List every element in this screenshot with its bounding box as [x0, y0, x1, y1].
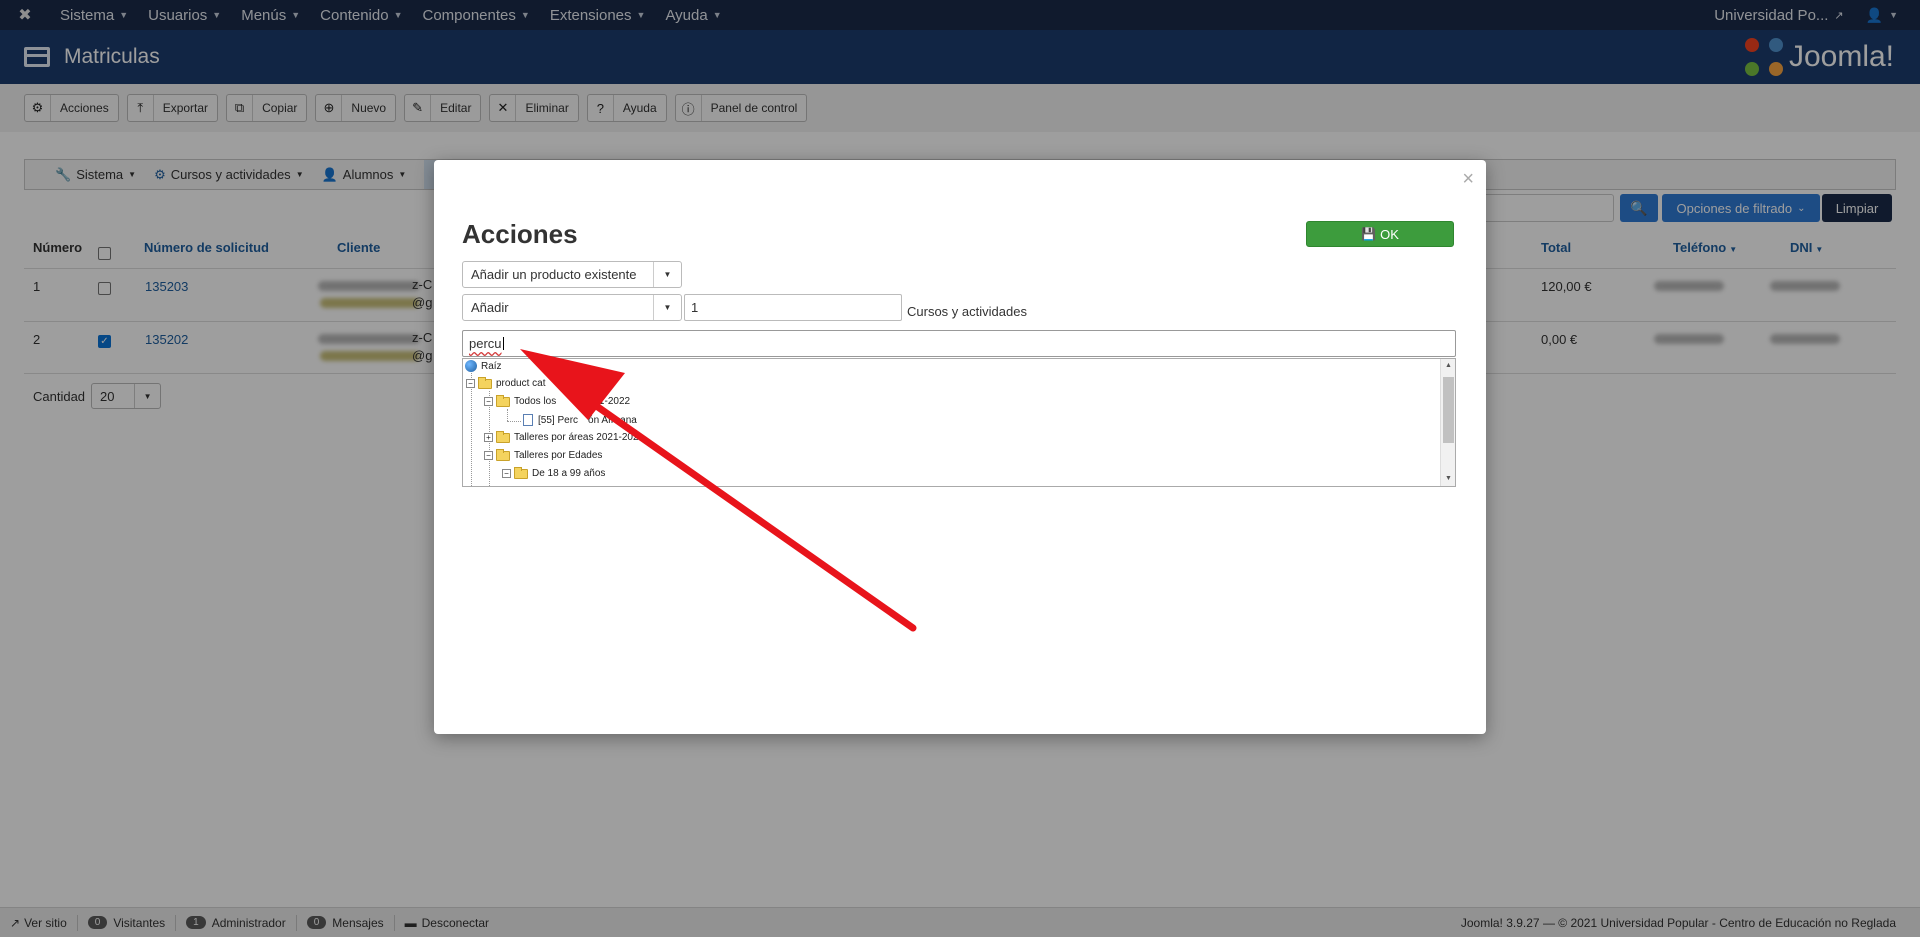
product-search-input[interactable]: percu: [462, 330, 1456, 357]
collapse-icon: −: [484, 451, 493, 460]
select-value: Añadir: [471, 300, 509, 315]
scroll-thumb[interactable]: [1443, 377, 1454, 443]
tree-guide: [471, 373, 472, 486]
tree-label: Todos los: [514, 396, 557, 407]
folder-icon: [496, 394, 510, 407]
caret-down-icon: ▼: [653, 262, 681, 287]
text-cursor: [502, 337, 504, 350]
folder-icon: [478, 376, 492, 389]
tree-scrollbar[interactable]: ▲ ▼: [1440, 359, 1455, 486]
scroll-up-icon[interactable]: ▲: [1441, 359, 1455, 373]
product-select[interactable]: Añadir un producto existente ▼: [462, 261, 682, 288]
collapse-icon: −: [484, 397, 493, 406]
scroll-down-icon[interactable]: ▼: [1441, 472, 1455, 486]
tree-label: Talleres por Edades: [514, 450, 603, 461]
folder-icon: [514, 466, 528, 479]
tree-guide: [507, 421, 521, 422]
tree-label: ón Afr: [588, 414, 615, 426]
caret-down-icon: ▼: [653, 295, 681, 320]
tree-label: Raíz: [481, 360, 502, 372]
modal-title: Acciones: [462, 219, 578, 249]
button-label: OK: [1380, 226, 1399, 242]
tree-label: ana: [620, 414, 637, 426]
select-value: Añadir un producto existente: [471, 267, 637, 282]
folder-icon: [496, 448, 510, 461]
save-icon: 💾: [1361, 227, 1377, 241]
quantity-value: 1: [691, 300, 699, 315]
quantity-label: Cursos y actividades: [907, 304, 1027, 319]
folder-icon: [496, 430, 510, 443]
category-tree: Raíz − product cat − Todos los 2021-2022 [5…: [462, 358, 1456, 487]
quantity-input[interactable]: 1: [684, 294, 902, 321]
tree-label: product cat: [496, 378, 546, 389]
tree-label: Talleres por áreas 2021-20: [514, 432, 633, 443]
search-value: percu: [469, 336, 502, 351]
tree-node-percusion[interactable]: [55] Perc ón Afr ana: [523, 414, 637, 426]
globe-icon: [465, 360, 477, 372]
action-select[interactable]: Añadir ▼: [462, 294, 682, 321]
tree-node-todos[interactable]: − Todos los 2021-2022: [484, 394, 631, 407]
collapse-icon: −: [502, 469, 511, 478]
tree-node-18-99[interactable]: − De 18 a 99 años: [502, 466, 606, 479]
tree-label: [55] Perc: [538, 414, 579, 426]
acciones-modal: × Acciones 💾 OK Añadir un producto existe…: [434, 160, 1486, 734]
document-icon: [523, 414, 533, 426]
close-icon[interactable]: ×: [1462, 168, 1474, 191]
tree-node-product-cat[interactable]: − product cat: [466, 376, 546, 389]
tree-node-edades[interactable]: − Talleres por Edades: [484, 448, 603, 461]
expand-icon: +: [484, 433, 493, 442]
tree-label: De 18 a 99 años: [532, 468, 606, 479]
tree-label: 2: [632, 432, 639, 443]
ok-button[interactable]: 💾 OK: [1306, 221, 1454, 247]
tree-node-areas[interactable]: + Talleres por áreas 2021-20 2: [484, 430, 639, 443]
tree-node-root[interactable]: Raíz: [465, 360, 502, 372]
tree-label: 2021-2022: [582, 396, 631, 407]
tree-guide: [507, 409, 508, 421]
collapse-icon: −: [466, 379, 475, 388]
